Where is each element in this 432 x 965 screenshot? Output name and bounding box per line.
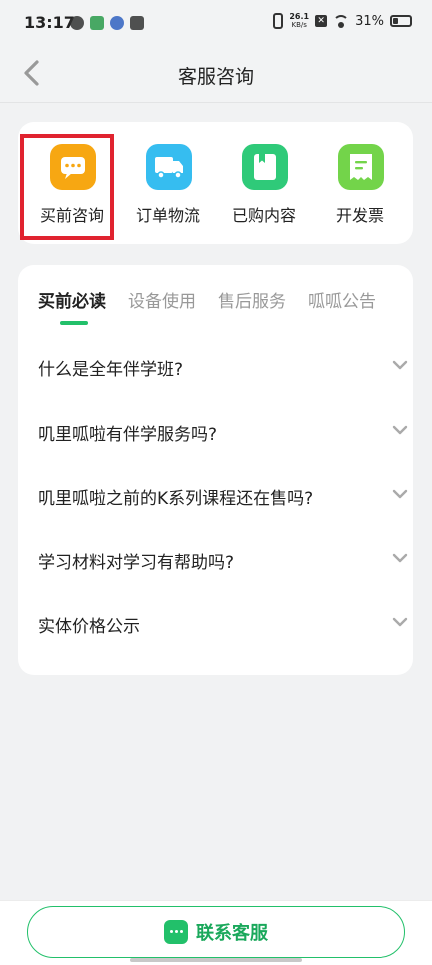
network-speed-unit: KB/s xyxy=(291,21,307,29)
active-tab-indicator xyxy=(60,321,88,325)
page-title: 客服咨询 xyxy=(177,66,254,88)
faq-question: 学习材料对学习有帮助吗? xyxy=(38,553,235,573)
faq-item[interactable]: 什么是全年伴学班? xyxy=(38,341,408,391)
faq-question: 什么是全年伴学班? xyxy=(38,360,184,380)
contact-service-content: 联系客服 xyxy=(28,907,404,957)
status-time: 13:17 xyxy=(24,13,75,32)
faq-question: 叽里呱啦有伴学服务吗? xyxy=(38,425,218,445)
book-icon xyxy=(242,144,288,190)
faq-question: 叽里呱啦之前的K系列课程还在售吗? xyxy=(38,489,314,509)
wifi-icon xyxy=(333,15,350,28)
faq-card: 买前必读 设备使用 售后服务 呱呱公告 什么是全年伴学班? 叽里呱啦有伴学服务吗… xyxy=(18,265,413,675)
chevron-down-icon xyxy=(392,360,408,370)
faq-item[interactable]: 实体价格公示 xyxy=(38,598,408,648)
battery-fill xyxy=(393,18,398,24)
tab-announcements[interactable]: 呱呱公告 xyxy=(308,287,376,317)
receipt-icon xyxy=(338,144,384,190)
paw-notification-icon xyxy=(110,16,124,30)
tray-notification-icon xyxy=(130,16,144,30)
vibrate-icon xyxy=(273,13,284,29)
faq-tabs: 买前必读 设备使用 售后服务 呱呱公告 xyxy=(38,287,398,317)
quick-action-label: 订单物流 xyxy=(135,206,200,225)
status-right: 26.1 KB/s ✕ 31% xyxy=(273,13,412,29)
page-header: 客服咨询 xyxy=(0,48,432,103)
sim-off-icon: ✕ xyxy=(315,15,328,27)
app-notification-icon xyxy=(70,16,84,30)
battery-icon xyxy=(390,15,412,27)
chevron-down-icon xyxy=(392,617,408,627)
network-speed-value: 26.1 xyxy=(289,12,310,21)
faq-item[interactable]: 叽里呱啦之前的K系列课程还在售吗? xyxy=(38,470,408,520)
chevron-down-icon xyxy=(392,489,408,499)
faq-item[interactable]: 学习材料对学习有帮助吗? xyxy=(38,534,408,584)
faq-question: 实体价格公示 xyxy=(38,617,140,637)
quick-action-invoice[interactable]: 开发票 xyxy=(311,122,409,244)
network-speed: 26.1 KB/s xyxy=(289,12,310,30)
quick-action-logistics[interactable]: 订单物流 xyxy=(119,122,217,244)
chevron-down-icon xyxy=(392,425,408,435)
faq-item[interactable]: 叽里呱啦有伴学服务吗? xyxy=(38,406,408,456)
quick-action-label: 开发票 xyxy=(335,206,384,225)
contact-service-label: 联系客服 xyxy=(196,923,268,944)
quick-action-label: 已购内容 xyxy=(231,206,296,225)
home-indicator[interactable] xyxy=(130,958,302,962)
battery-percent: 31% xyxy=(355,13,384,29)
truck-icon xyxy=(146,144,192,190)
map-notification-icon xyxy=(90,16,104,30)
quick-action-purchased[interactable]: 已购内容 xyxy=(215,122,313,244)
selection-highlight xyxy=(20,134,114,240)
notification-icons xyxy=(70,16,144,30)
tab-device-usage[interactable]: 设备使用 xyxy=(128,287,196,317)
chat-bubble-icon xyxy=(164,920,188,944)
contact-service-button[interactable]: 联系客服 xyxy=(27,906,405,958)
tab-after-sales[interactable]: 售后服务 xyxy=(218,287,286,317)
tab-presale-reading[interactable]: 买前必读 xyxy=(38,287,106,317)
chevron-down-icon xyxy=(392,553,408,563)
status-bar: 13:17 26.1 KB/s ✕ 31% xyxy=(0,0,432,48)
